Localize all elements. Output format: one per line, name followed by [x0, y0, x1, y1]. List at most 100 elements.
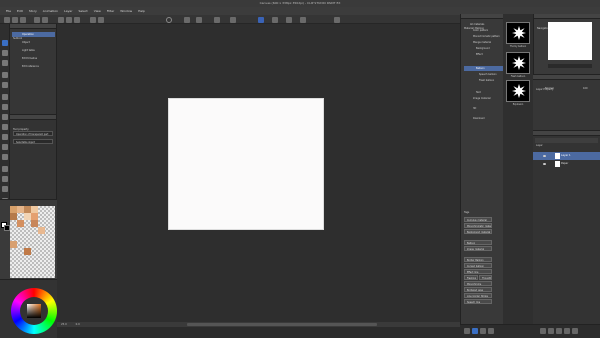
snap-perspective-icon[interactable] — [300, 16, 306, 23]
material-tree-item[interactable]: Background — [464, 46, 504, 51]
layer-mask-icon[interactable] — [556, 328, 562, 334]
swatch[interactable] — [24, 206, 31, 213]
layer-new-icon[interactable] — [540, 328, 546, 334]
undo-icon[interactable] — [34, 16, 40, 23]
eraser-tool-icon[interactable] — [2, 154, 8, 160]
tag-button[interactable]: Line_border_Stroke — [464, 293, 492, 298]
tag-button[interactable]: Monochromatic_material — [464, 223, 492, 228]
rotate-icon[interactable] — [98, 16, 104, 23]
swatch[interactable] — [17, 220, 24, 227]
tag-button[interactable]: Thought — [479, 275, 492, 280]
tag-button[interactable]: Speech_line — [464, 299, 492, 304]
gradient-tool-icon[interactable] — [2, 186, 8, 192]
blend-tool-icon[interactable] — [2, 166, 8, 172]
tag-button[interactable]: Bordered_area — [464, 287, 492, 292]
auto-select-tool-icon[interactable] — [2, 82, 8, 88]
operation-tool-icon[interactable] — [2, 60, 8, 66]
tag-button[interactable]: Cumulus_material — [464, 217, 492, 222]
material-thumbnail[interactable] — [506, 52, 530, 74]
eye-icon[interactable] — [543, 163, 546, 165]
move-tool-icon[interactable] — [2, 40, 8, 46]
fill-icon[interactable] — [74, 16, 80, 23]
subtool-item-object[interactable]: Object — [12, 40, 55, 45]
layer-row[interactable]: Paper — [533, 160, 600, 168]
sub-color-chip[interactable] — [4, 225, 10, 231]
menu-select[interactable]: Select — [78, 7, 87, 15]
pen-snap-icon[interactable] — [258, 16, 264, 23]
open-icon[interactable] — [12, 16, 18, 23]
delete-icon[interactable] — [480, 328, 486, 334]
menu-story[interactable]: Story — [29, 7, 37, 15]
swatch[interactable] — [10, 206, 17, 213]
selection-tool-icon[interactable] — [2, 72, 8, 78]
select-all-icon[interactable] — [184, 16, 190, 23]
canvas[interactable] — [168, 98, 324, 230]
swatch[interactable] — [17, 206, 24, 213]
pen-tool-icon[interactable] — [2, 104, 8, 110]
clear-outside-icon[interactable] — [66, 16, 72, 23]
tag-button[interactable]: Background_material — [464, 229, 492, 234]
saturation-brightness-square[interactable] — [27, 304, 41, 318]
layer-copy-icon[interactable] — [548, 328, 554, 334]
deselect-icon[interactable] — [166, 16, 172, 23]
new-layer-icon[interactable] — [464, 328, 470, 334]
tag-button[interactable]: Image_material — [464, 246, 492, 251]
material-thumbnail[interactable] — [506, 80, 530, 102]
ruler-icon[interactable] — [214, 16, 220, 23]
rotation-angle[interactable]: 0.0 — [76, 323, 80, 326]
snap-icon[interactable] — [230, 16, 236, 23]
subtool-item-light-table[interactable]: Light table — [12, 48, 55, 53]
material-tree-item[interactable]: Monochromatic pattern — [464, 34, 504, 39]
swatch[interactable] — [38, 227, 45, 234]
material-tree-item[interactable]: Manga material — [464, 40, 504, 45]
settings-icon[interactable] — [488, 328, 494, 334]
menu-edit[interactable]: Edit — [17, 7, 23, 15]
clear-icon[interactable] — [58, 16, 64, 23]
opacity-value[interactable]: 100 — [583, 87, 588, 90]
eyedropper-tool-icon[interactable] — [2, 94, 8, 100]
tag-button[interactable]: Monochrome — [464, 281, 492, 286]
menu-view[interactable]: View — [94, 7, 101, 15]
material-tree-item[interactable]: All materials — [464, 22, 504, 27]
swatch[interactable] — [31, 220, 38, 227]
tag-button[interactable]: Flashing — [464, 275, 478, 280]
swatch[interactable] — [24, 248, 31, 255]
swatch[interactable] — [10, 213, 17, 220]
tag-button[interactable]: Curved_balloon — [464, 263, 492, 268]
new-icon[interactable] — [4, 16, 10, 23]
material-tree-item[interactable]: 3D — [464, 106, 504, 111]
material-tree-item[interactable]: Flash balloon — [464, 78, 504, 83]
layer-delete-icon[interactable] — [572, 328, 578, 334]
subtool-item-edit-timeline[interactable]: Edit timeline — [12, 56, 55, 61]
swatch[interactable] — [10, 241, 17, 248]
fill-tool-icon[interactable] — [2, 176, 8, 182]
save-icon[interactable] — [20, 16, 26, 23]
material-tree-item[interactable]: Effect — [464, 52, 504, 57]
blend-mode-value[interactable]: Normal — [545, 87, 554, 90]
material-tree-item[interactable]: Download — [464, 116, 504, 121]
menu-layer[interactable]: Layer — [64, 7, 72, 15]
material-tree-item[interactable]: Speech balloon — [464, 72, 504, 77]
brush-tool-icon[interactable] — [2, 124, 8, 130]
snap-grid-icon[interactable] — [286, 16, 292, 23]
invert-selection-icon[interactable] — [196, 16, 202, 23]
snap-ruler-icon[interactable] — [272, 16, 278, 23]
material-tree-item[interactable]: Image material — [464, 96, 504, 101]
tag-button[interactable]: Border_Balloon — [464, 257, 492, 262]
color-wheel[interactable] — [11, 288, 57, 334]
navigator-preview[interactable] — [548, 22, 592, 60]
redo-icon[interactable] — [42, 16, 48, 23]
subtool-item-operation[interactable]: Operation — [12, 32, 55, 37]
zoom-tool-icon[interactable] — [2, 50, 8, 56]
menu-filter[interactable]: Filter — [107, 7, 114, 15]
layer-merge-icon[interactable] — [564, 328, 570, 334]
decoration-tool-icon[interactable] — [2, 144, 8, 150]
tag-button[interactable]: Balloon — [464, 240, 492, 245]
eye-icon[interactable] — [543, 155, 546, 157]
swatch[interactable] — [24, 213, 31, 220]
horizontal-scrollbar[interactable] — [187, 323, 377, 326]
material-tree-item[interactable]: Text — [464, 90, 504, 95]
canvas-area[interactable] — [57, 24, 460, 324]
transform-icon[interactable] — [90, 16, 96, 23]
menu-window[interactable]: Window — [120, 7, 132, 15]
